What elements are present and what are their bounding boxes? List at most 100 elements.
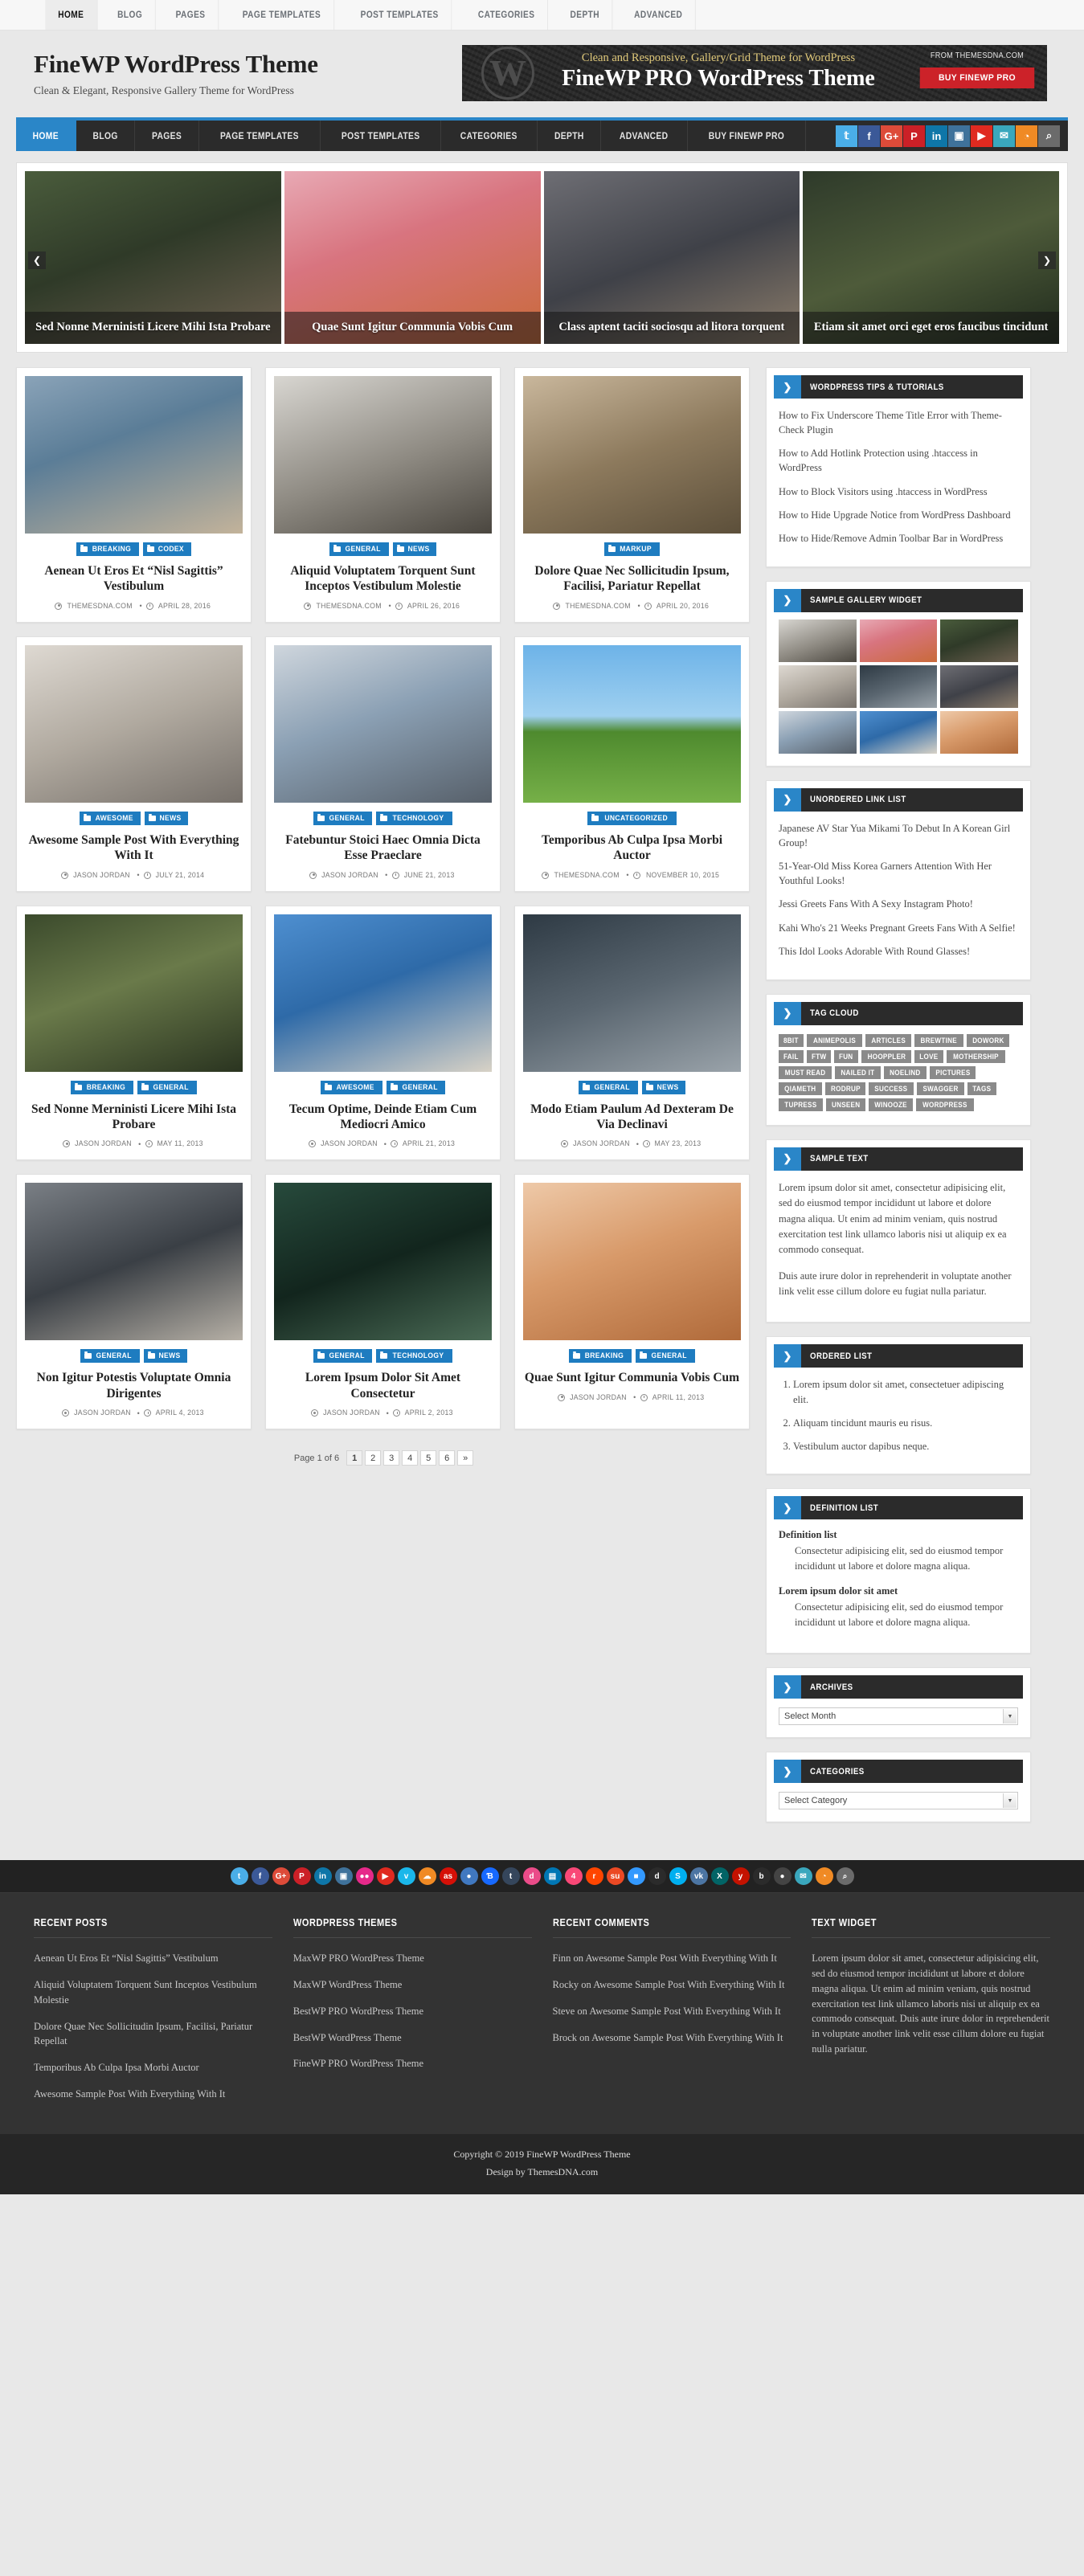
vimeo-icon[interactable]: v [397, 1867, 415, 1886]
site-title[interactable]: FineWP WordPress Theme [34, 50, 462, 79]
category-badge-awesome[interactable]: AWESOME [79, 811, 141, 825]
nav-item-depth[interactable]: DEPTH [538, 121, 602, 151]
post-date[interactable]: JULY 21, 2014 [143, 871, 207, 880]
tag-articles[interactable]: ARTICLES [865, 1033, 912, 1047]
tips-link-4[interactable]: How to Hide Upgrade Notice from WordPres… [779, 508, 1018, 522]
apple-icon[interactable]: ● [773, 1867, 792, 1886]
tag-brewtine[interactable]: BREWTINE [914, 1033, 963, 1047]
topbar-item-home[interactable]: HOME [45, 0, 98, 30]
topbar-item-categories[interactable]: CATEGORIES [465, 0, 548, 30]
nav-item-pages[interactable]: PAGES [135, 121, 199, 151]
nav-item-post-templates[interactable]: POST TEMPLATES [321, 121, 442, 151]
tag-tags[interactable]: TAGS [967, 1082, 996, 1095]
dribbble-icon[interactable]: d [522, 1867, 541, 1886]
slide-2[interactable]: Quae Sunt Igitur Communia Vobis Cum [284, 171, 541, 344]
post-author[interactable]: JASON JORDAN [560, 1139, 632, 1148]
nav-item-categories[interactable]: CATEGORIES [441, 121, 538, 151]
gallery-cell-9[interactable] [940, 710, 1018, 754]
post-author[interactable]: THEMESDNA.COM [542, 871, 622, 880]
unordered-link-5[interactable]: This Idol Looks Adorable With Round Glas… [779, 944, 1018, 959]
vk-icon[interactable]: vk [689, 1867, 708, 1886]
unordered-link-3[interactable]: Jessi Greets Fans With A Sexy Instagram … [779, 897, 1018, 911]
gallery-cell-2[interactable] [859, 619, 938, 662]
category-badge-general[interactable]: GENERAL [137, 1080, 197, 1094]
post-author[interactable]: THEMESDNA.COM [304, 602, 384, 611]
tag-rodrup[interactable]: RODRUP [824, 1082, 866, 1095]
chevron-down-icon[interactable]: ▼ [1003, 1709, 1017, 1724]
post-thumbnail[interactable] [523, 376, 741, 534]
tips-link-1[interactable]: How to Fix Underscore Theme Title Error … [779, 408, 1018, 437]
post-author[interactable]: JASON JORDAN [61, 1409, 133, 1417]
tag-love[interactable]: LOVE [914, 1049, 944, 1063]
category-badge-breaking[interactable]: BREAKING [569, 1349, 632, 1364]
xing-icon[interactable]: X [710, 1867, 729, 1886]
digg-icon[interactable]: d [648, 1867, 666, 1886]
flickr-icon[interactable]: ●● [355, 1867, 374, 1886]
footer-link-3[interactable]: Steve on Awesome Sample Post With Everyt… [553, 2004, 792, 2019]
post-author[interactable]: THEMESDNA.COM [55, 602, 135, 611]
tag-animepolis[interactable]: ANIMEPOLIS [806, 1033, 862, 1047]
topbar-item-blog[interactable]: BLOG [104, 0, 156, 30]
rss-icon[interactable]: ◔ [815, 1867, 833, 1886]
topbar-item-advanced[interactable]: ADVANCED [622, 0, 697, 30]
email-icon[interactable]: ✉ [993, 125, 1015, 147]
gallery-cell-4[interactable] [779, 664, 857, 708]
category-badge-uncategorized[interactable]: UNCATEGORIZED [587, 811, 677, 825]
nav-item-blog[interactable]: BLOG [76, 121, 135, 151]
facebook-icon[interactable]: f [858, 125, 880, 147]
unordered-link-1[interactable]: Japanese AV Star Yua Mikami To Debut In … [779, 821, 1018, 850]
post-thumbnail[interactable] [523, 914, 741, 1072]
pagination-page-6[interactable]: 6 [439, 1450, 456, 1466]
unordered-link-4[interactable]: Kahi Who's 21 Weeks Pregnant Greets Fans… [779, 921, 1018, 935]
categories-select[interactable]: Select Category ▼ [779, 1792, 1018, 1810]
post-title[interactable]: Temporibus Ab Culpa Ipsa Morbi Auctor [523, 832, 741, 864]
skype-icon[interactable]: S [669, 1867, 687, 1886]
post-title[interactable]: Awesome Sample Post With Everything With… [25, 832, 243, 864]
nav-item-advanced[interactable]: ADVANCED [601, 121, 688, 151]
tag-success[interactable]: SUCCESS [869, 1082, 914, 1095]
post-title[interactable]: Dolore Quae Nec Sollicitudin Ipsum, Faci… [523, 563, 741, 595]
search-icon[interactable]: ⌕ [836, 1867, 854, 1886]
behance-icon[interactable]: Ɓ [481, 1867, 499, 1886]
slide-1[interactable]: Sed Nonne Merninisti Licere Mihi Ista Pr… [25, 171, 281, 344]
tag-unseen[interactable]: UNSEEN [825, 1098, 865, 1111]
category-badge-general[interactable]: GENERAL [329, 542, 389, 556]
archives-select[interactable]: Select Month ▼ [779, 1707, 1018, 1726]
post-author[interactable]: JASON JORDAN [310, 1409, 382, 1417]
footer-link-4[interactable]: Brock on Awesome Sample Post With Everyt… [553, 2030, 792, 2046]
slide-4[interactable]: Etiam sit amet orci eget eros faucibus t… [803, 171, 1059, 344]
category-badge-news[interactable]: NEWS [143, 1349, 187, 1364]
post-title[interactable]: Non Igitur Potestis Voluptate Omnia Diri… [25, 1370, 243, 1401]
footer-link-3[interactable]: BestWP PRO WordPress Theme [293, 2004, 532, 2019]
facebook-icon[interactable]: f [251, 1867, 269, 1886]
linkedin-icon[interactable]: in [926, 125, 947, 147]
category-badge-general[interactable]: GENERAL [579, 1080, 638, 1094]
post-date[interactable]: APRIL 26, 2016 [395, 602, 462, 611]
tips-link-5[interactable]: How to Hide/Remove Admin Toolbar Bar in … [779, 531, 1018, 546]
post-thumbnail[interactable] [25, 376, 243, 534]
post-thumbnail[interactable] [25, 644, 243, 803]
slideshare-icon[interactable]: ▤ [543, 1867, 562, 1886]
post-date[interactable]: APRIL 20, 2016 [644, 602, 711, 611]
post-date[interactable]: APRIL 4, 2013 [144, 1409, 206, 1417]
post-thumbnail[interactable] [274, 644, 492, 803]
category-badge-technology[interactable]: TECHNOLOGY [376, 811, 453, 825]
post-title[interactable]: Tecum Optime, Deinde Etiam Cum Mediocri … [274, 1102, 492, 1133]
category-badge-general[interactable]: GENERAL [313, 1349, 373, 1364]
footer-link-5[interactable]: FineWP PRO WordPress Theme [293, 2056, 532, 2071]
footer-link-2[interactable]: MaxWP WordPress Theme [293, 1977, 532, 1993]
nav-item-home[interactable]: HOME [16, 121, 76, 151]
tag-must-read[interactable]: MUST READ [779, 1065, 832, 1079]
post-author[interactable]: THEMESDNA.COM [553, 602, 633, 611]
footer-link-1[interactable]: MaxWP PRO WordPress Theme [293, 1951, 532, 1966]
twitter-icon[interactable]: t [230, 1867, 248, 1886]
pagination-page-1[interactable]: 1 [346, 1450, 363, 1466]
lastfm-icon[interactable]: as [439, 1867, 457, 1886]
post-title[interactable]: Lorem Ipsum Dolor Sit Amet Consectetur [274, 1370, 492, 1401]
topbar-item-post-templates[interactable]: POST TEMPLATES [348, 0, 452, 30]
gallery-cell-5[interactable] [859, 664, 938, 708]
tag-ftw[interactable]: FTW [806, 1049, 832, 1063]
pagination-page-3[interactable]: 3 [383, 1450, 400, 1466]
pinterest-icon[interactable]: P [903, 125, 925, 147]
post-date[interactable]: JUNE 21, 2013 [391, 871, 456, 880]
